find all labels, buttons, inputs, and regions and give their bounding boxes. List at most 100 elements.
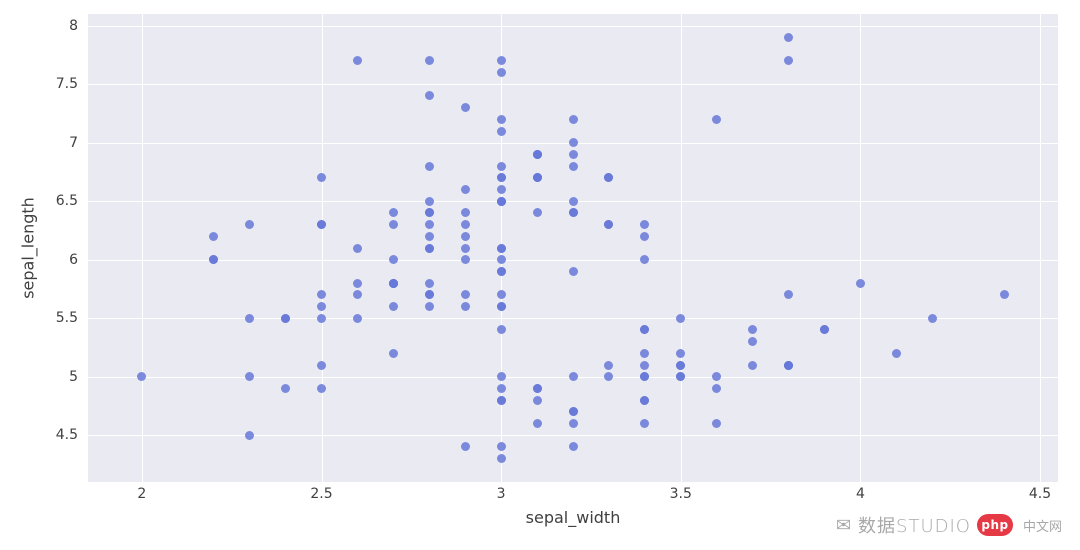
data-point — [497, 197, 506, 206]
data-point — [676, 361, 685, 370]
data-point — [676, 314, 685, 323]
data-point — [425, 244, 434, 253]
data-point — [317, 314, 326, 323]
data-point — [389, 349, 398, 358]
data-point — [569, 419, 578, 428]
data-point — [497, 290, 506, 299]
data-point — [533, 419, 542, 428]
data-point — [317, 302, 326, 311]
data-point — [425, 302, 434, 311]
y-gridline — [88, 318, 1058, 319]
data-point — [569, 150, 578, 159]
data-point — [425, 197, 434, 206]
data-point — [712, 115, 721, 124]
data-point — [748, 337, 757, 346]
data-point — [317, 361, 326, 370]
x-axis-label: sepal_width — [526, 508, 621, 527]
data-point — [389, 208, 398, 217]
data-point — [748, 361, 757, 370]
data-point — [569, 267, 578, 276]
data-point — [497, 115, 506, 124]
data-point — [784, 290, 793, 299]
data-point — [604, 361, 613, 370]
data-point — [676, 349, 685, 358]
data-point — [497, 185, 506, 194]
data-point — [209, 255, 218, 264]
data-point — [281, 314, 290, 323]
data-point — [425, 232, 434, 241]
data-point — [569, 407, 578, 416]
x-tick-label: 4 — [856, 486, 865, 502]
data-point — [461, 185, 470, 194]
data-point — [497, 244, 506, 253]
data-point — [497, 302, 506, 311]
data-point — [569, 208, 578, 217]
data-point — [317, 290, 326, 299]
y-gridline — [88, 84, 1058, 85]
data-point — [497, 454, 506, 463]
data-point — [569, 115, 578, 124]
data-point — [533, 208, 542, 217]
data-point — [497, 384, 506, 393]
data-point — [640, 419, 649, 428]
data-point — [245, 372, 254, 381]
y-tick-label: 6.5 — [56, 193, 84, 209]
data-point — [604, 173, 613, 182]
data-point — [497, 162, 506, 171]
data-point — [353, 244, 362, 253]
data-point — [640, 349, 649, 358]
data-point — [461, 220, 470, 229]
x-tick-label: 4.5 — [1029, 486, 1051, 502]
data-point — [640, 255, 649, 264]
data-point — [604, 372, 613, 381]
data-point — [1000, 290, 1009, 299]
data-point — [892, 349, 901, 358]
data-point — [317, 220, 326, 229]
data-point — [317, 384, 326, 393]
y-gridline — [88, 26, 1058, 27]
php-badge-icon: php — [977, 514, 1013, 536]
watermark-wechat-icon: ✉ — [836, 515, 852, 536]
data-point — [137, 372, 146, 381]
y-tick-label: 6 — [69, 252, 84, 268]
x-tick-label: 3 — [497, 486, 506, 502]
data-point — [353, 290, 362, 299]
y-gridline — [88, 435, 1058, 436]
data-point — [712, 372, 721, 381]
data-point — [425, 91, 434, 100]
data-point — [784, 33, 793, 42]
plot-area — [88, 14, 1058, 482]
data-point — [712, 384, 721, 393]
data-point — [569, 138, 578, 147]
data-point — [569, 162, 578, 171]
data-point — [856, 279, 865, 288]
data-point — [461, 442, 470, 451]
data-point — [640, 325, 649, 334]
data-point — [389, 220, 398, 229]
data-point — [497, 56, 506, 65]
y-tick-label: 7 — [69, 135, 84, 151]
data-point — [640, 232, 649, 241]
data-point — [461, 232, 470, 241]
data-point — [497, 255, 506, 264]
data-point — [497, 396, 506, 405]
data-point — [820, 325, 829, 334]
data-point — [353, 56, 362, 65]
data-point — [245, 431, 254, 440]
data-point — [425, 56, 434, 65]
data-point — [569, 197, 578, 206]
data-point — [353, 279, 362, 288]
data-point — [209, 232, 218, 241]
data-point — [425, 279, 434, 288]
data-point — [389, 279, 398, 288]
data-point — [425, 208, 434, 217]
data-point — [712, 419, 721, 428]
data-point — [425, 290, 434, 299]
data-point — [317, 173, 326, 182]
x-tick-label: 3.5 — [670, 486, 692, 502]
data-point — [569, 372, 578, 381]
data-point — [497, 127, 506, 136]
data-point — [748, 325, 757, 334]
figure: sepal_width sepal_length ✉ 数据STUDIO php … — [0, 0, 1080, 550]
data-point — [461, 302, 470, 311]
